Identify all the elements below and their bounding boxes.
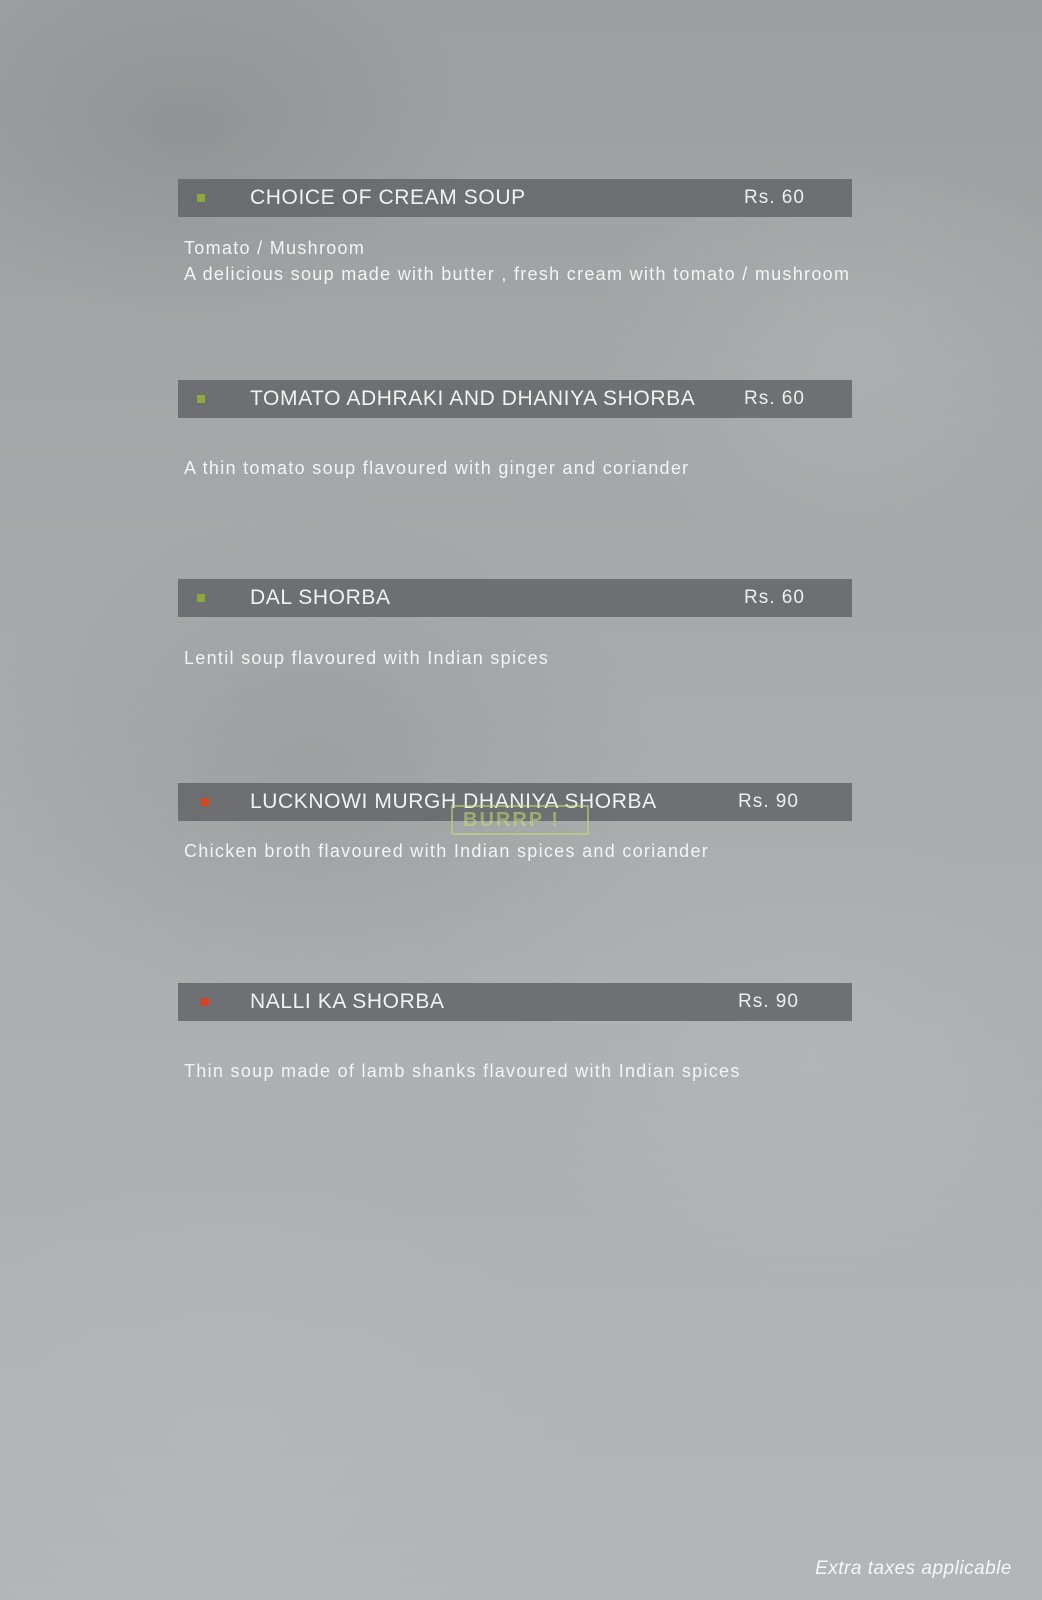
menu-item-name: DAL SHORBA (250, 586, 391, 609)
menu-item-name: TOMATO ADHRAKI AND DHANIYA SHORBA (250, 387, 696, 410)
menu-item-price: Rs. 60 (744, 587, 805, 608)
menu-item-description: A thin tomato soup flavoured with ginger… (184, 458, 690, 478)
menu-item-description: Thin soup made of lamb shanks flavoured … (184, 1061, 741, 1081)
menu-item-header: CHOICE OF CREAM SOUP Rs. 60 (178, 179, 852, 217)
non-veg-bullet-icon (201, 798, 209, 806)
menu-item-price: Rs. 90 (738, 791, 799, 812)
menu-item-price: Rs. 60 (744, 187, 805, 208)
footer-note: Extra taxes applicable (815, 1558, 1012, 1579)
menu-item-header: NALLI KA SHORBA Rs. 90 (178, 983, 852, 1021)
menu-item-name: CHOICE OF CREAM SOUP (250, 186, 526, 209)
menu-item-name: NALLI KA SHORBA (250, 990, 445, 1013)
non-veg-bullet-icon (201, 998, 209, 1006)
menu-item-description: A delicious soup made with butter , fres… (184, 264, 851, 284)
veg-bullet-icon (197, 194, 205, 202)
menu-item-price: Rs. 60 (744, 388, 805, 409)
menu-item-description: Chicken broth flavoured with Indian spic… (184, 841, 710, 861)
menu-item-description: Lentil soup flavoured with Indian spices (184, 648, 550, 668)
veg-bullet-icon (197, 594, 205, 602)
veg-bullet-icon (197, 395, 205, 403)
menu-item-description: Tomato / Mushroom (184, 238, 366, 258)
menu-item-header: DAL SHORBA Rs. 60 (178, 579, 852, 617)
menu-item-price: Rs. 90 (738, 991, 799, 1012)
burrp-watermark-logo: BURRP ! (451, 805, 589, 835)
menu-item-header: TOMATO ADHRAKI AND DHANIYA SHORBA Rs. 60 (178, 380, 852, 418)
